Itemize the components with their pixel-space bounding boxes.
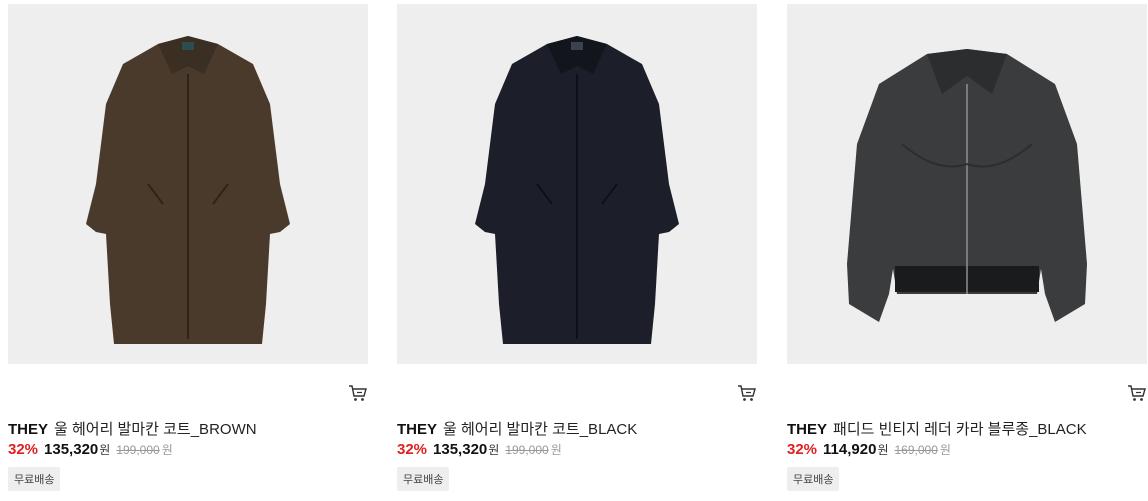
cart-icon[interactable] bbox=[737, 383, 757, 403]
sale-price: 135,320 bbox=[433, 441, 488, 458]
free-shipping-badge: 무료배송 bbox=[397, 467, 450, 491]
product-title[interactable]: THEY 패디드 빈티지 레더 카라 블루종_BLACK bbox=[787, 418, 1087, 439]
discount-rate: 32% bbox=[8, 441, 39, 458]
product-name: 패디드 빈티지 레더 카라 블루종_BLACK bbox=[833, 421, 1087, 438]
cart-icon[interactable] bbox=[348, 383, 368, 403]
sale-price: 135,320 bbox=[44, 441, 99, 458]
leather-jacket-image bbox=[847, 49, 1087, 322]
product-image[interactable] bbox=[8, 4, 368, 364]
free-shipping-badge: 무료배송 bbox=[8, 467, 61, 491]
price-row: 32% 135,320원 199,000 원 bbox=[397, 441, 562, 458]
black-wool-coat-image bbox=[475, 36, 679, 344]
product-card[interactable]: THEY 울 헤어리 발마칸 코트_BROWN 32% 135,320원 199,00… bbox=[8, 0, 368, 501]
sale-price: 114,920 bbox=[823, 441, 877, 458]
product-brand: THEY bbox=[397, 421, 438, 438]
product-image[interactable] bbox=[397, 4, 757, 364]
brown-wool-coat-image bbox=[86, 36, 290, 344]
product-brand: THEY bbox=[787, 421, 828, 438]
discount-rate: 32% bbox=[787, 441, 818, 458]
product-name: 울 헤어리 발마칸 코트_BROWN bbox=[54, 421, 257, 438]
original-price-unit: 원 bbox=[550, 443, 562, 457]
free-shipping-badge: 무료배송 bbox=[787, 467, 840, 491]
original-price: 199,000 bbox=[116, 443, 160, 457]
product-title[interactable]: THEY 울 헤어리 발마칸 코트_BROWN bbox=[8, 418, 257, 439]
sale-price-unit: 원 bbox=[488, 443, 500, 457]
discount-rate: 32% bbox=[397, 441, 428, 458]
product-brand: THEY bbox=[8, 421, 49, 438]
price-row: 32% 114,920원 169,000 원 bbox=[787, 441, 951, 458]
product-card[interactable]: THEY 패디드 빈티지 레더 카라 블루종_BLACK 32% 114,920원 1… bbox=[787, 0, 1147, 501]
price-row: 32% 135,320원 199,000 원 bbox=[8, 441, 173, 458]
product-name: 울 헤어리 발마칸 코트_BLACK bbox=[443, 421, 638, 438]
original-price: 169,000 bbox=[894, 443, 938, 457]
product-image[interactable] bbox=[787, 4, 1147, 364]
cart-icon[interactable] bbox=[1127, 383, 1147, 403]
original-price-unit: 원 bbox=[161, 443, 173, 457]
original-price-unit: 원 bbox=[939, 443, 951, 457]
sale-price-unit: 원 bbox=[877, 443, 889, 457]
original-price: 199,000 bbox=[505, 443, 549, 457]
product-card[interactable]: THEY 울 헤어리 발마칸 코트_BLACK 32% 135,320원 199,00… bbox=[397, 0, 757, 501]
product-title[interactable]: THEY 울 헤어리 발마칸 코트_BLACK bbox=[397, 418, 637, 439]
sale-price-unit: 원 bbox=[99, 443, 111, 457]
